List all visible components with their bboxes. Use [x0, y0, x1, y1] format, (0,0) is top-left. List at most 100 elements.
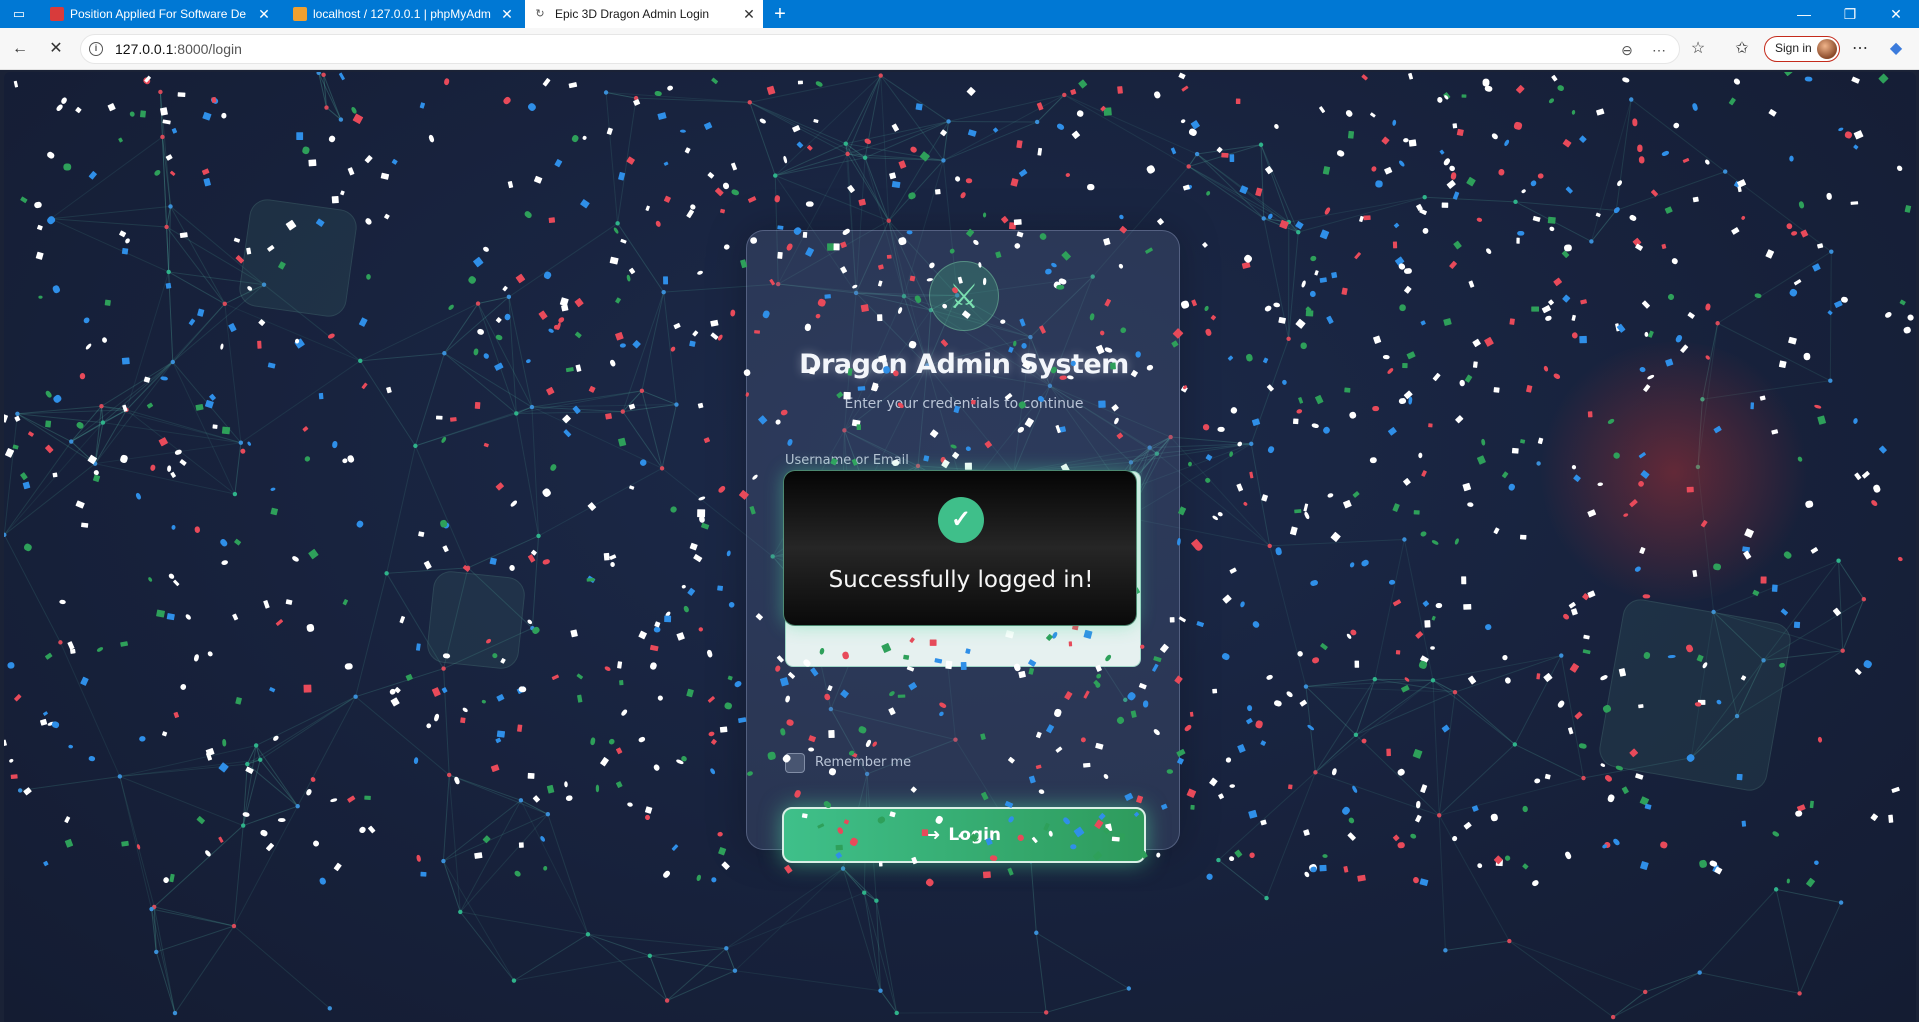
network-node — [514, 411, 519, 416]
site-info-icon[interactable]: i — [89, 42, 103, 56]
network-node — [773, 173, 778, 178]
network-line — [155, 951, 176, 1014]
favorite-star-icon[interactable]: ☆ — [1686, 37, 1710, 61]
network-line — [126, 409, 236, 495]
stop-loading-icon[interactable]: ✕ — [44, 37, 68, 61]
network-line — [156, 925, 235, 953]
network-node — [664, 998, 670, 1003]
network-line — [1218, 772, 1316, 861]
network-line — [151, 908, 235, 927]
network-line — [119, 759, 261, 777]
more-menu-icon[interactable]: ⋯ — [1848, 37, 1872, 61]
network-line — [1590, 99, 1632, 242]
network-node — [92, 461, 98, 466]
copilot-icon[interactable]: ◆ — [1884, 37, 1908, 61]
network-line — [880, 75, 944, 161]
close-icon[interactable]: ✕ — [499, 0, 515, 28]
close-window-icon[interactable]: ✕ — [1873, 0, 1919, 28]
network-node — [358, 358, 363, 364]
favorites-icon[interactable]: ✩ — [1730, 37, 1754, 61]
network-line — [1612, 991, 1646, 1018]
network-line — [101, 405, 241, 444]
network-line — [172, 303, 226, 363]
network-line — [1196, 153, 1299, 233]
network-line — [233, 925, 331, 1009]
network-node — [1443, 948, 1448, 953]
network-line — [1591, 210, 1617, 242]
network-node — [117, 774, 123, 779]
tab-dragon-login[interactable]: ↻ Epic 3D Dragon Admin Login ✕ — [525, 0, 763, 28]
restore-icon[interactable]: ❐ — [1827, 0, 1873, 28]
minimize-icon[interactable]: — — [1781, 0, 1827, 28]
network-line — [845, 120, 949, 145]
tab-phpmyadmin[interactable]: localhost / 127.0.0.1 | phpMyAdm ✕ — [285, 0, 521, 28]
network-line — [1432, 679, 1516, 745]
network-line — [942, 121, 950, 161]
network-node — [1512, 742, 1518, 747]
read-aloud-icon[interactable]: ⋯ — [1649, 40, 1669, 60]
back-arrow-icon[interactable]: ← — [8, 37, 32, 61]
network-line — [243, 805, 298, 827]
network-node — [862, 155, 868, 160]
network-line — [847, 120, 949, 155]
address-bar[interactable]: i 127.0.0.1:8000/login ⊖ ⋯ — [80, 34, 1680, 64]
network-node — [633, 95, 639, 101]
close-icon[interactable]: ✕ — [741, 0, 757, 28]
network-node — [585, 932, 591, 937]
network-line — [17, 413, 72, 442]
new-tab-button[interactable]: + — [768, 2, 792, 26]
tab-actions-icon[interactable]: ▭ — [8, 3, 30, 25]
network-line — [360, 303, 479, 362]
network-line — [1438, 744, 1516, 816]
network-line — [1403, 539, 1434, 681]
floating-shape — [425, 569, 527, 671]
network-node — [338, 117, 344, 122]
network-node — [545, 811, 551, 817]
network-line — [888, 160, 944, 222]
network-line — [641, 390, 663, 469]
network-node — [99, 404, 104, 409]
network-node — [1715, 321, 1720, 326]
network-line — [734, 868, 844, 972]
network-line — [1829, 251, 1832, 381]
network-line — [1315, 771, 1440, 816]
network-line — [1424, 196, 1516, 203]
sign-in-button[interactable]: Sign in — [1764, 36, 1840, 62]
tab-title: Epic 3D Dragon Admin Login — [555, 7, 710, 21]
network-node — [1303, 684, 1309, 689]
network-line — [126, 271, 170, 411]
network-line — [477, 303, 533, 408]
network-node — [1372, 677, 1378, 682]
network-line — [151, 908, 176, 1014]
zoom-out-icon[interactable]: ⊖ — [1617, 40, 1637, 60]
network-line — [880, 75, 949, 122]
network-node — [747, 100, 752, 105]
network-line — [448, 774, 549, 815]
network-line — [1438, 815, 1446, 951]
network-line — [1799, 902, 1842, 994]
network-line — [318, 72, 342, 120]
remember-checkbox[interactable] — [785, 753, 805, 773]
network-line — [1196, 153, 1265, 219]
network-line — [1432, 655, 1562, 681]
network-line — [1374, 539, 1405, 680]
network-node — [536, 533, 541, 539]
network-node — [1043, 1010, 1049, 1015]
network-node — [15, 411, 20, 416]
network-line — [443, 668, 450, 775]
network-line — [102, 422, 241, 444]
network-node — [58, 640, 63, 645]
network-node — [240, 823, 246, 828]
login-button[interactable]: ➜ Login — [782, 807, 1146, 863]
network-line — [666, 970, 736, 1001]
network-line — [1699, 889, 1777, 973]
close-icon[interactable]: ✕ — [256, 0, 272, 28]
network-node — [639, 388, 645, 394]
network-node — [124, 407, 129, 413]
url-text[interactable]: 127.0.0.1:8000/login — [115, 35, 242, 63]
network-line — [888, 121, 949, 222]
network-node — [1286, 336, 1291, 341]
login-button-label: Login — [948, 825, 1002, 845]
tab-pdf[interactable]: Position Applied For Software De ✕ — [42, 0, 278, 28]
network-line — [4, 534, 61, 643]
